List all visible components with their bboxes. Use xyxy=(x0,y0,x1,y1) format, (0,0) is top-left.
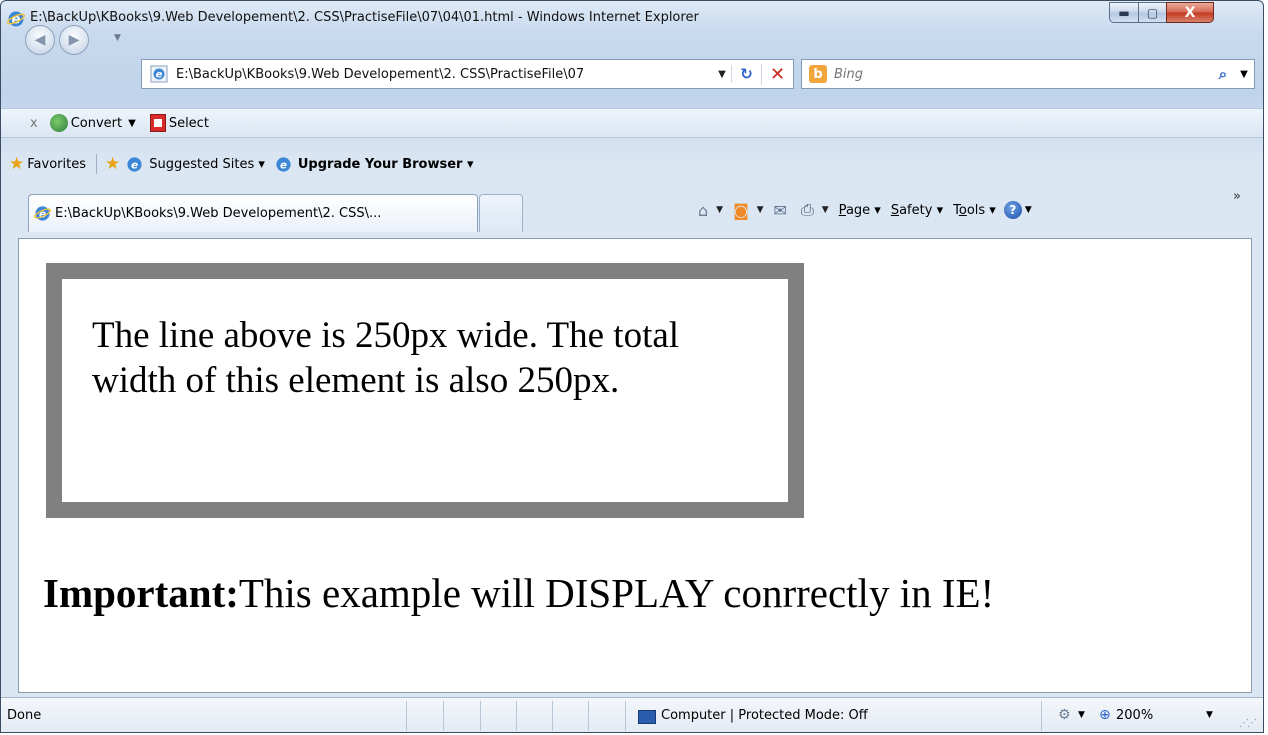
refresh-icon[interactable]: ↻ xyxy=(731,65,761,83)
ie-page-icon: e xyxy=(127,156,142,172)
bordered-box: The line above is 250px wide. The total … xyxy=(46,263,804,518)
status-bar: Done Computer | Protected Mode: Off ⚙ ▼ … xyxy=(1,697,1263,732)
important-note: Important:This example will DISPLAY conr… xyxy=(43,569,994,617)
pdf-select-icon xyxy=(149,114,166,132)
convert-label: Convert xyxy=(70,115,123,131)
tab-row: e E:\BackUp\KBooks\9.Web Developement\2.… xyxy=(1,189,1263,239)
search-box[interactable]: b ⌕ ▼ xyxy=(801,59,1255,89)
home-icon[interactable]: ⌂ xyxy=(698,201,708,220)
ie-logo-icon: e xyxy=(34,206,51,221)
chevron-down-icon[interactable]: ▼ xyxy=(822,205,829,215)
protected-mode-icon[interactable]: ⚙ xyxy=(1058,707,1071,723)
print-icon[interactable]: ⎙ xyxy=(801,200,814,220)
chevron-down-icon[interactable]: ▼ xyxy=(1078,710,1085,720)
recent-pages-dropdown[interactable]: ▼ xyxy=(114,33,121,43)
help-icon[interactable]: ? xyxy=(1003,201,1022,219)
chevron-down-icon[interactable]: ▼ xyxy=(716,205,723,215)
page-content: The line above is 250px wide. The total … xyxy=(18,238,1252,693)
box-text: The line above is 250px wide. The total … xyxy=(92,315,680,401)
tab-active[interactable]: e E:\BackUp\KBooks\9.Web Developement\2.… xyxy=(28,194,478,232)
resize-grip-icon[interactable]: ⋰⋰ xyxy=(1239,718,1257,729)
back-button[interactable]: ◀ xyxy=(25,25,55,55)
chevron-down-icon[interactable]: ▼ xyxy=(1206,710,1213,720)
tools-menu[interactable]: Tools ▾ xyxy=(953,203,996,218)
ie-page-icon: e xyxy=(276,156,291,172)
upgrade-browser-button[interactable]: Upgrade Your Browser ▾ xyxy=(298,157,474,172)
new-tab-button[interactable] xyxy=(479,194,523,232)
addon-toolbar: x Convert ▼ Select xyxy=(1,108,1263,138)
address-bar[interactable]: e E:\BackUp\KBooks\9.Web Developement\2.… xyxy=(141,59,794,89)
browser-window: e E:\BackUp\KBooks\9.Web Developement\2.… xyxy=(0,0,1264,733)
forward-arrow-icon: ▶ xyxy=(68,32,80,48)
search-dropdown-arrow[interactable]: ▼ xyxy=(1234,69,1254,80)
svg-text:e: e xyxy=(156,70,163,81)
select-button[interactable]: Select xyxy=(149,114,209,132)
address-dropdown-arrow[interactable]: ▼ xyxy=(713,69,731,80)
computer-zone-icon xyxy=(638,710,656,724)
divider xyxy=(95,154,97,174)
divider xyxy=(625,701,626,731)
window-title: E:\BackUp\KBooks\9.Web Developement\2. C… xyxy=(30,10,699,25)
favorites-bar: ★ Favorites ★ e Suggested Sites ▾ e Upgr… xyxy=(1,149,1263,179)
tab-label: E:\BackUp\KBooks\9.Web Developement\2. C… xyxy=(55,206,382,221)
mail-icon[interactable]: ✉ xyxy=(774,201,787,220)
title-bar: e E:\BackUp\KBooks\9.Web Developement\2.… xyxy=(1,1,1263,35)
forward-button[interactable]: ▶ xyxy=(59,25,89,55)
close-button[interactable]: X xyxy=(1166,2,1214,23)
zoom-icon[interactable]: ⊕ xyxy=(1099,707,1111,723)
convert-button[interactable]: Convert ▼ xyxy=(49,114,136,132)
back-arrow-icon: ◀ xyxy=(34,32,46,48)
chevron-down-icon[interactable]: ▼ xyxy=(757,205,764,215)
suggested-sites-button[interactable]: Suggested Sites ▾ xyxy=(149,157,265,172)
zoom-level[interactable]: 200% xyxy=(1116,708,1153,723)
divider xyxy=(1041,701,1042,731)
maximize-button[interactable]: ▢ xyxy=(1138,2,1167,23)
important-label: Important: xyxy=(43,570,239,616)
more-commands-chevron-icon[interactable]: » xyxy=(1233,189,1241,204)
divider xyxy=(480,701,481,731)
chevron-down-icon[interactable]: ▼ xyxy=(1025,205,1032,215)
bing-icon: b xyxy=(809,65,827,83)
divider xyxy=(588,701,589,731)
favorites-star-icon: ★ xyxy=(9,154,25,174)
important-text: This example will DISPLAY conrrectly in … xyxy=(238,570,995,616)
status-text: Done xyxy=(7,708,42,723)
chevron-down-icon[interactable]: ▼ xyxy=(128,118,136,129)
minimize-button[interactable]: ▬ xyxy=(1109,2,1139,23)
ie-logo-icon: e xyxy=(7,11,25,28)
add-to-favorites-icon[interactable]: ★ xyxy=(105,154,120,174)
page-icon: e xyxy=(150,65,168,83)
search-icon[interactable]: ⌕ xyxy=(1212,65,1234,83)
convert-icon xyxy=(49,114,68,132)
toolbar-close-icon[interactable]: x xyxy=(30,116,38,131)
safety-menu[interactable]: Safety ▾ xyxy=(891,203,943,218)
security-zone-text[interactable]: Computer | Protected Mode: Off xyxy=(661,708,868,723)
feeds-icon[interactable]: ◙ xyxy=(733,201,749,220)
divider xyxy=(406,701,407,731)
command-bar: ⌂ ▼ ◙ ▼ ✉ ⎙ ▼ Page ▾ Safety ▾ Tools ▾ ? … xyxy=(698,195,1032,225)
divider xyxy=(516,701,517,731)
select-label: Select xyxy=(168,115,209,131)
favorites-button[interactable]: Favorites xyxy=(27,157,86,172)
divider xyxy=(552,701,553,731)
address-input[interactable]: E:\BackUp\KBooks\9.Web Developement\2. C… xyxy=(176,67,713,82)
svg-text:e: e xyxy=(131,159,138,171)
search-input[interactable] xyxy=(834,66,1212,82)
page-menu[interactable]: Page ▾ xyxy=(839,203,881,218)
divider xyxy=(443,701,444,731)
stop-icon[interactable]: ✕ xyxy=(761,63,793,85)
svg-text:e: e xyxy=(280,159,287,171)
